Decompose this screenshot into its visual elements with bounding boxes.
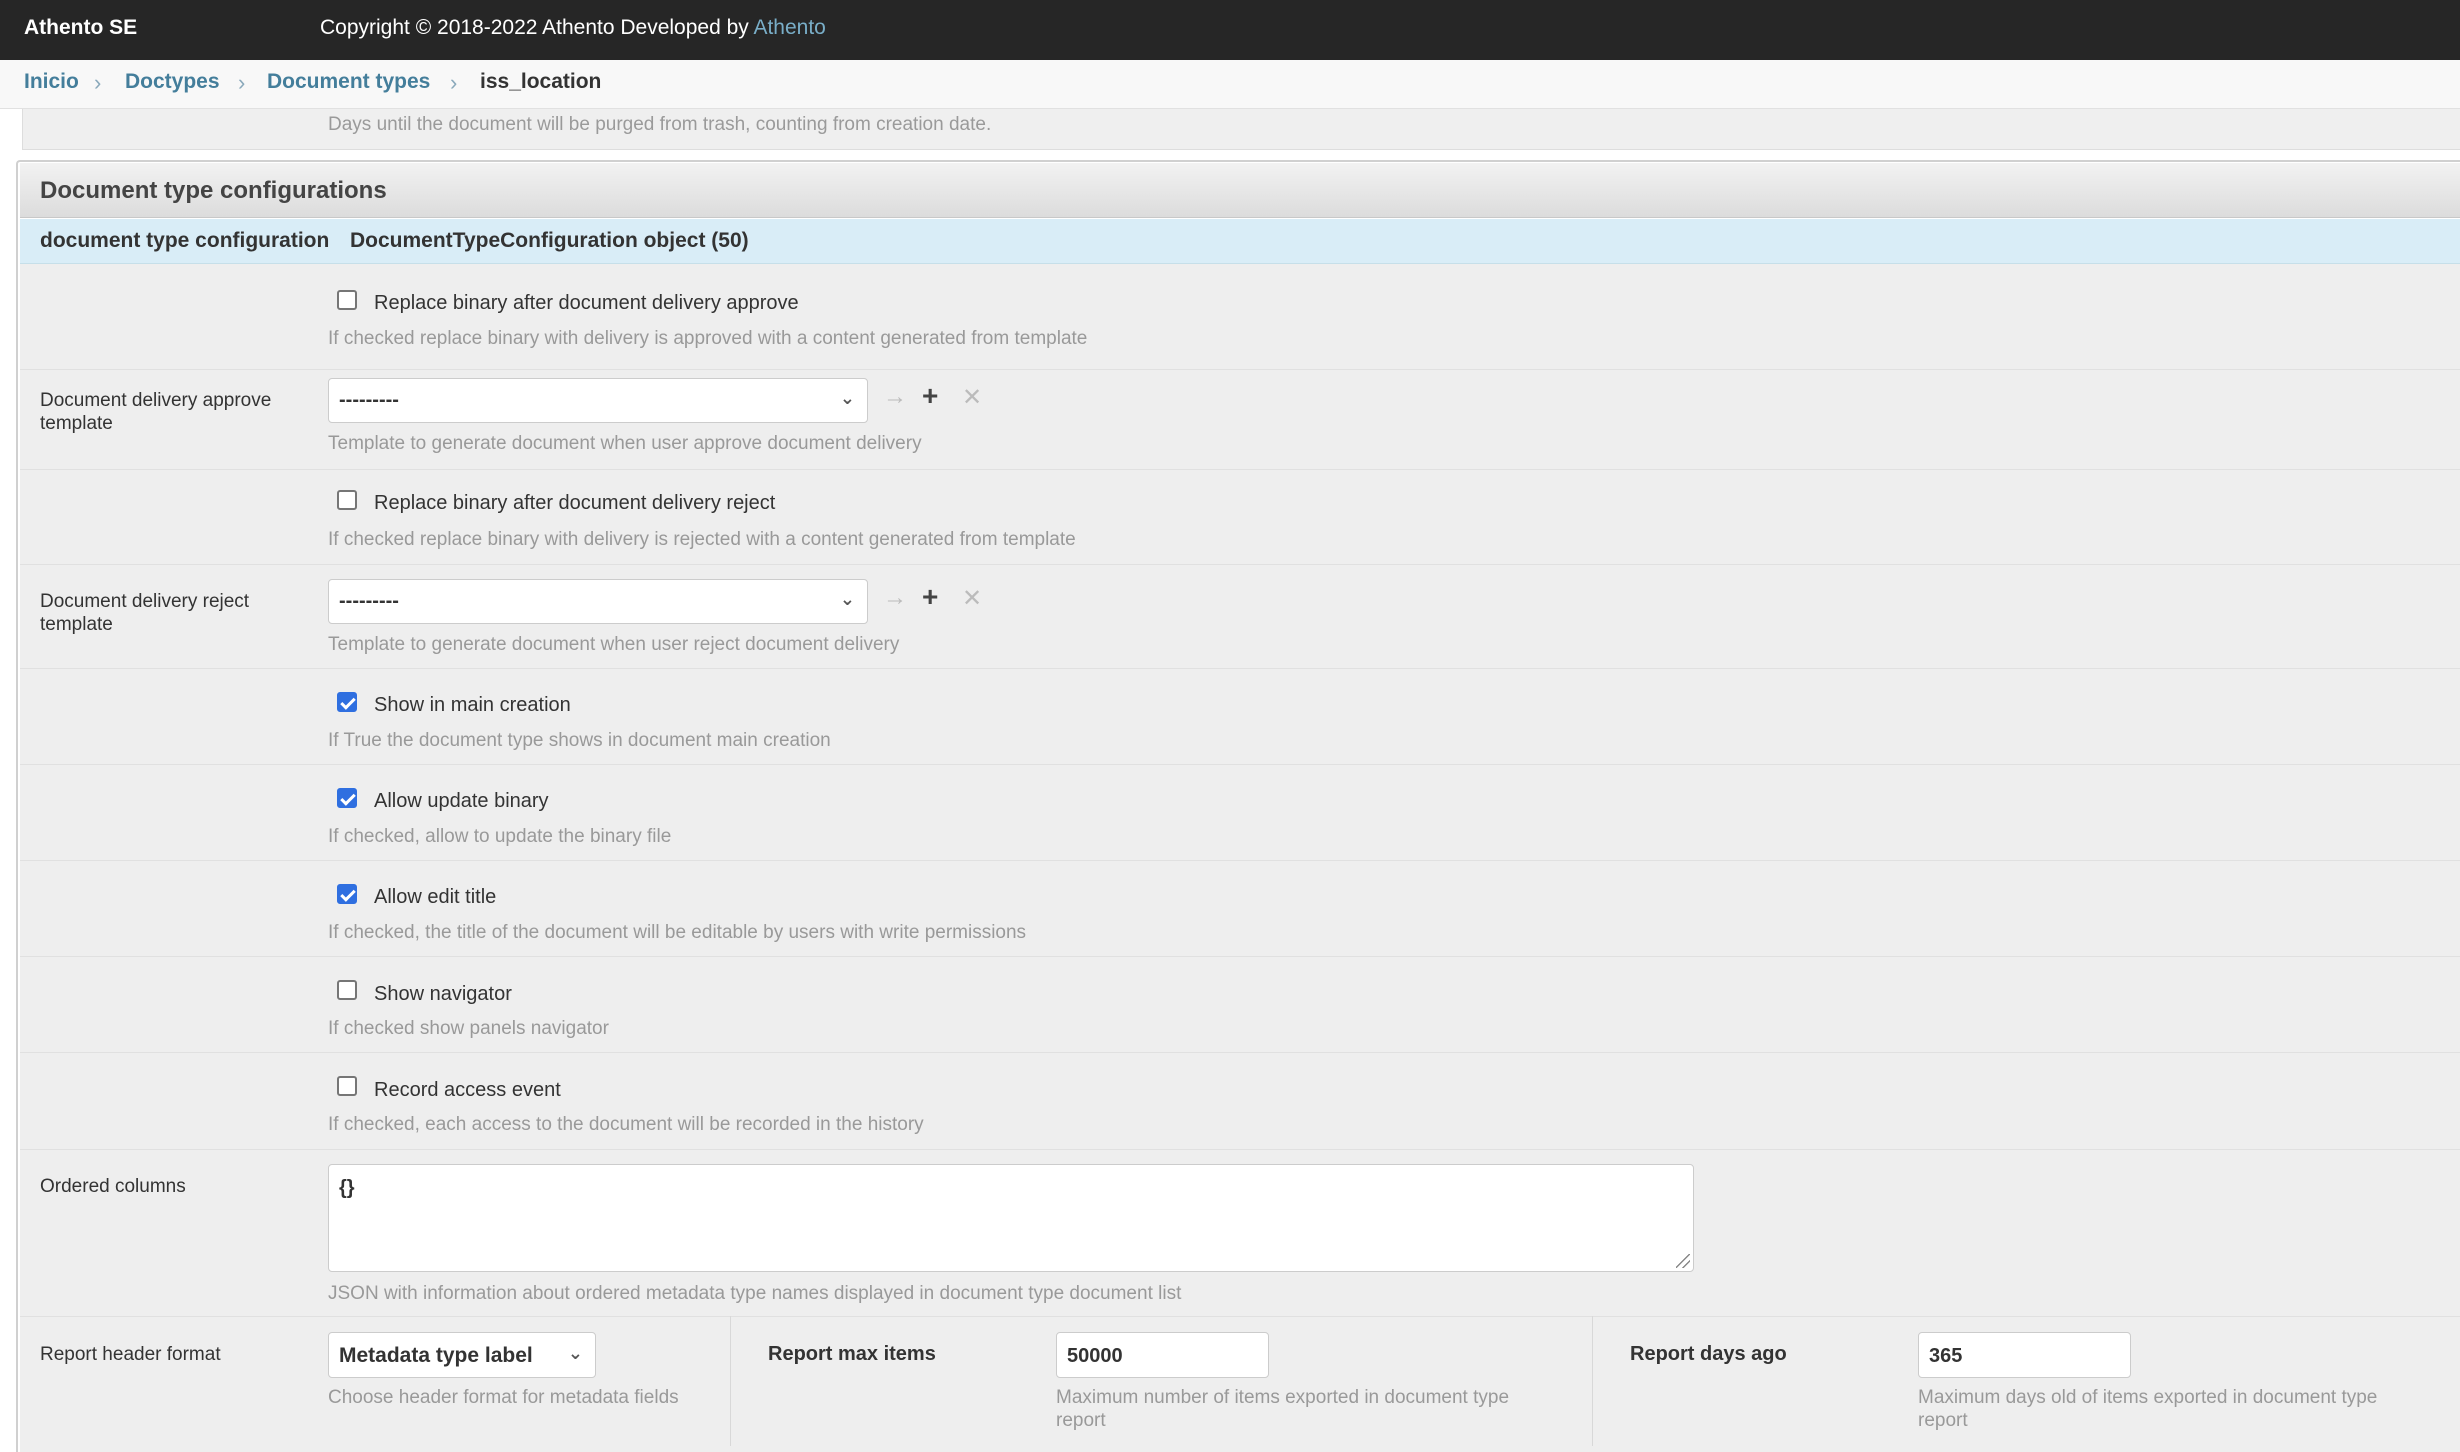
plus-icon[interactable]: + xyxy=(922,581,938,613)
report-max-items-input[interactable]: 50000 xyxy=(1056,1332,1269,1378)
copyright-text: Copyright © 2018-2022 Athento Developed … xyxy=(320,16,826,40)
report-days-ago-input[interactable]: 365 xyxy=(1918,1332,2131,1378)
close-icon[interactable]: ✕ xyxy=(962,584,982,613)
row-divider xyxy=(20,956,2460,957)
column-divider xyxy=(730,1316,731,1446)
resize-handle-icon[interactable] xyxy=(1676,1254,1690,1268)
fieldset-title-bar: Document type configurations xyxy=(20,163,2460,218)
reject-template-value: --------- xyxy=(339,590,399,612)
record-access-label: Record access event xyxy=(374,1079,561,1101)
allow-edit-title-help: If checked, the title of the document wi… xyxy=(328,922,1027,943)
brand-name: Athento SE xyxy=(24,16,138,39)
replace-approve-label: Replace binary after document delivery a… xyxy=(374,292,799,314)
row-divider xyxy=(20,369,2460,370)
report-header-format-help: Choose header format for metadata fields xyxy=(328,1387,679,1408)
chevron-right-icon: › xyxy=(94,70,102,95)
inline-label: document type configuration xyxy=(40,229,330,252)
inline-object: DocumentTypeConfiguration object (50) xyxy=(350,229,749,252)
record-access-help: If checked, each access to the document … xyxy=(328,1114,924,1135)
row-divider xyxy=(20,764,2460,765)
reject-template-select[interactable]: --------- ⌄ xyxy=(328,579,868,624)
inline-header: document type configuration DocumentType… xyxy=(20,219,2460,264)
show-navigator-label: Show navigator xyxy=(374,983,512,1005)
top-header: Athento SE Copyright © 2018-2022 Athento… xyxy=(0,0,2460,60)
arrow-right-icon[interactable]: → xyxy=(883,584,907,612)
allow-edit-title-checkbox[interactable] xyxy=(337,884,357,904)
chevron-right-icon: › xyxy=(450,70,458,95)
report-max-items-label: Report max items xyxy=(768,1343,936,1365)
breadcrumb-current: iss_location xyxy=(480,70,602,93)
record-access-checkbox[interactable] xyxy=(337,1076,357,1096)
report-days-ago-help-2: report xyxy=(1918,1410,1968,1431)
approve-template-value: --------- xyxy=(339,389,399,411)
fieldset-title: Document type configurations xyxy=(40,177,387,204)
chevron-down-icon: ⌄ xyxy=(567,1343,583,1363)
breadcrumb-document-types[interactable]: Document types xyxy=(267,70,430,94)
column-divider xyxy=(1592,1316,1593,1446)
show-main-creation-help: If True the document type shows in docum… xyxy=(328,730,831,751)
row-divider xyxy=(20,1316,2460,1317)
replace-reject-checkbox[interactable] xyxy=(337,490,357,510)
reject-template-help: Template to generate document when user … xyxy=(328,634,900,655)
show-main-creation-checkbox[interactable] xyxy=(337,692,357,712)
approve-template-label: Document delivery approve template xyxy=(40,390,272,434)
chevron-down-icon: ⌄ xyxy=(839,388,855,408)
copyright-prefix: Copyright © 2018-2022 Athento Developed … xyxy=(320,16,754,39)
allow-edit-title-label: Allow edit title xyxy=(374,886,497,908)
report-days-ago-help-1: Maximum days old of items exported in do… xyxy=(1918,1387,2378,1408)
replace-reject-label: Replace binary after document delivery r… xyxy=(374,492,776,514)
replace-approve-checkbox[interactable] xyxy=(337,290,357,310)
report-max-items-help-2: report xyxy=(1056,1410,1106,1431)
ordered-columns-help: JSON with information about ordered meta… xyxy=(328,1283,1182,1304)
allow-update-binary-help: If checked, allow to update the binary f… xyxy=(328,826,672,847)
report-header-format-value: Metadata type label xyxy=(339,1344,533,1367)
breadcrumb: Inicio › Doctypes › Document types › iss… xyxy=(0,60,2460,109)
row-divider xyxy=(20,668,2460,669)
reject-template-label: Document delivery reject template xyxy=(40,591,250,635)
report-header-format-label: Report header format xyxy=(40,1344,221,1365)
row-divider xyxy=(20,564,2460,565)
athento-link[interactable]: Athento xyxy=(753,16,825,39)
replace-approve-help: If checked replace binary with delivery … xyxy=(328,328,1088,349)
approve-template-help: Template to generate document when user … xyxy=(328,433,922,454)
purge-days-help: Days until the document will be purged f… xyxy=(328,114,992,135)
show-navigator-help: If checked show panels navigator xyxy=(328,1018,609,1039)
ordered-columns-textarea[interactable]: {} xyxy=(328,1164,1694,1272)
allow-update-binary-label: Allow update binary xyxy=(374,790,549,812)
row-divider xyxy=(20,1052,2460,1053)
arrow-right-icon[interactable]: → xyxy=(883,383,907,411)
chevron-down-icon: ⌄ xyxy=(839,589,855,609)
show-navigator-checkbox[interactable] xyxy=(337,980,357,1000)
chevron-right-icon: › xyxy=(238,70,246,95)
row-divider xyxy=(20,860,2460,861)
close-icon[interactable]: ✕ xyxy=(962,383,982,412)
report-days-ago-label: Report days ago xyxy=(1630,1343,1787,1365)
report-days-ago-value: 365 xyxy=(1929,1345,1963,1367)
replace-reject-help: If checked replace binary with delivery … xyxy=(328,529,1076,550)
approve-template-select[interactable]: --------- ⌄ xyxy=(328,378,868,423)
plus-icon[interactable]: + xyxy=(922,380,938,412)
report-header-format-select[interactable]: Metadata type label ⌄ xyxy=(328,1332,596,1378)
breadcrumb-doctypes[interactable]: Doctypes xyxy=(125,70,220,94)
report-max-items-value: 50000 xyxy=(1067,1345,1123,1367)
row-divider xyxy=(20,1149,2460,1150)
report-max-items-help-1: Maximum number of items exported in docu… xyxy=(1056,1387,1510,1408)
ordered-columns-label: Ordered columns xyxy=(40,1176,186,1197)
row-divider xyxy=(20,469,2460,470)
breadcrumb-inicio[interactable]: Inicio xyxy=(24,70,79,94)
allow-update-binary-checkbox[interactable] xyxy=(337,788,357,808)
ordered-columns-value: {} xyxy=(339,1177,355,1199)
show-main-creation-label: Show in main creation xyxy=(374,694,571,716)
